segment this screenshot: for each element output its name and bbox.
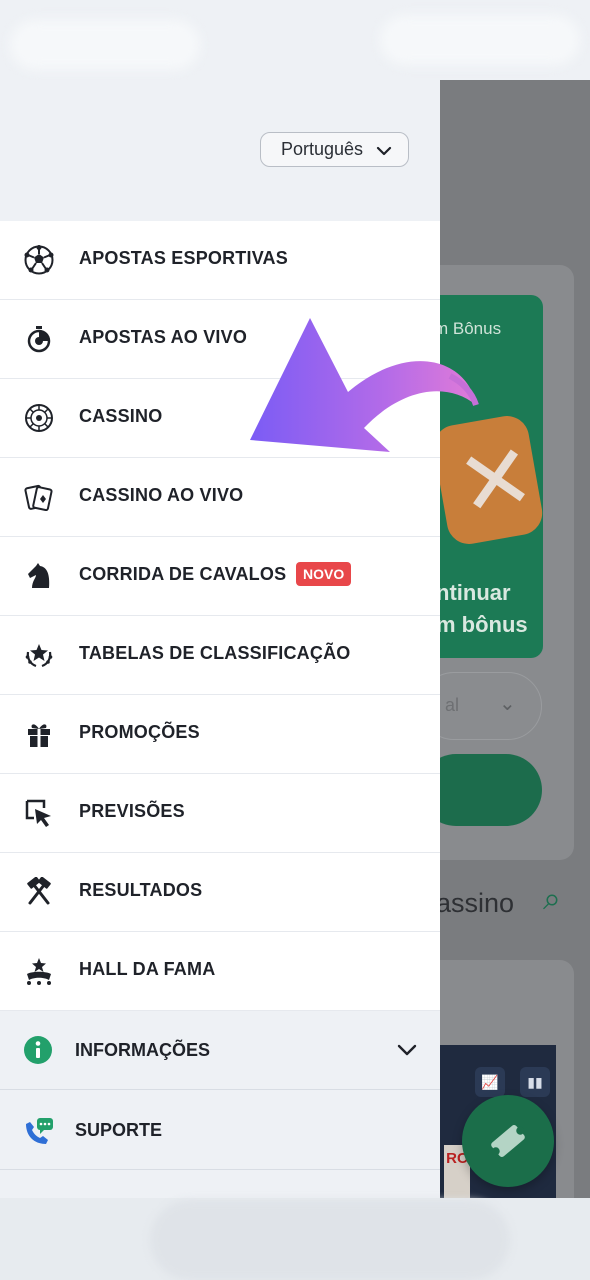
menu-header: Português: [0, 80, 440, 221]
laurel-star-icon: [25, 644, 53, 668]
chevron-down-icon: ⌄: [499, 693, 516, 715]
language-selector[interactable]: Português: [260, 132, 409, 167]
menu-item-support[interactable]: SUPORTE: [0, 1090, 440, 1170]
menu-item-label: CASSINO AO VIVO: [79, 485, 244, 505]
background-button: [440, 754, 542, 826]
gift-icon: [28, 724, 50, 747]
crossed-hammers-icon: [27, 877, 51, 905]
bonus-cta: ntinuar m bônus: [440, 577, 528, 641]
info-icon: [24, 1036, 52, 1064]
menu-item-results[interactable]: RESULTADOS: [0, 853, 440, 932]
ticket-icon: [491, 1125, 525, 1157]
line-chart-icon: 📈: [475, 1067, 505, 1097]
background-app-overlay[interactable]: m Bônus ✕ ntinuar m bônus al ⌄ assino ⌕ …: [440, 80, 590, 1200]
menu-item-horse-racing[interactable]: CORRIDA DE CAVALOS NOVO: [0, 537, 440, 616]
menu-item-label: CORRIDA DE CAVALOS: [79, 564, 287, 584]
menu-item-label: INFORMAÇÕES: [75, 1040, 210, 1060]
menu-item-label: TABELAS DE CLASSIFICAÇÃO: [79, 643, 351, 663]
bonus-cta-line2: m bônus: [440, 612, 528, 637]
menu-item-hall-of-fame[interactable]: HALL DA FAMA: [0, 932, 440, 1011]
menu-item-label: RESULTADOS: [79, 880, 203, 900]
menu-item-label: PREVISÕES: [79, 801, 185, 821]
roulette-icon: [25, 404, 53, 432]
curved-arrow-icon: [250, 318, 479, 452]
menu-item-sports-betting[interactable]: APOSTAS ESPORTIVAS: [0, 221, 440, 300]
menu-item-label: SUPORTE: [75, 1120, 163, 1140]
trophy-stars-icon: [27, 958, 51, 985]
language-label: Português: [281, 139, 364, 159]
menu-footer: [0, 1170, 440, 1198]
menu-item-label: APOSTAS ESPORTIVAS: [79, 248, 288, 268]
bonus-cta-line1: ntinuar: [440, 580, 511, 605]
menu-item-label: HALL DA FAMA: [79, 959, 216, 979]
playing-cards-icon: [24, 484, 53, 512]
navigation-bar: [0, 1198, 590, 1280]
section-title: assino: [440, 888, 515, 918]
bar-chart-icon: ▮▮: [520, 1067, 550, 1097]
chevron-down-icon: [376, 146, 392, 156]
menu-item-promotions[interactable]: PROMOÇÕES: [0, 695, 440, 774]
cursor-select-icon: [25, 799, 51, 827]
background-select: al ⌄: [440, 672, 542, 740]
menu-item-information[interactable]: INFORMAÇÕES: [0, 1011, 440, 1090]
chevron-down-icon: [397, 1044, 417, 1056]
bet-slip-button: [462, 1095, 554, 1187]
menu-item-label: PROMOÇÕES: [79, 722, 200, 742]
phone-chat-icon: [26, 1118, 53, 1144]
menu-item-predictions[interactable]: PREVISÕES: [0, 774, 440, 853]
menu-item-label: APOSTAS AO VIVO: [79, 327, 248, 347]
new-badge: NOVO: [296, 562, 352, 586]
horse-knight-icon: [28, 563, 50, 588]
select-value: al: [445, 695, 460, 715]
status-bar: [0, 0, 590, 80]
search-icon: ⌕: [543, 880, 561, 916]
menu-item-leaderboards[interactable]: TABELAS DE CLASSIFICAÇÃO: [0, 616, 440, 695]
stopwatch-icon: [27, 326, 51, 353]
menu-item-label: CASSINO: [79, 406, 163, 426]
side-menu: Português APOSTAS ESPORTIVAS APOSTAS AO …: [0, 80, 440, 1198]
soccer-ball-icon: [24, 245, 54, 275]
